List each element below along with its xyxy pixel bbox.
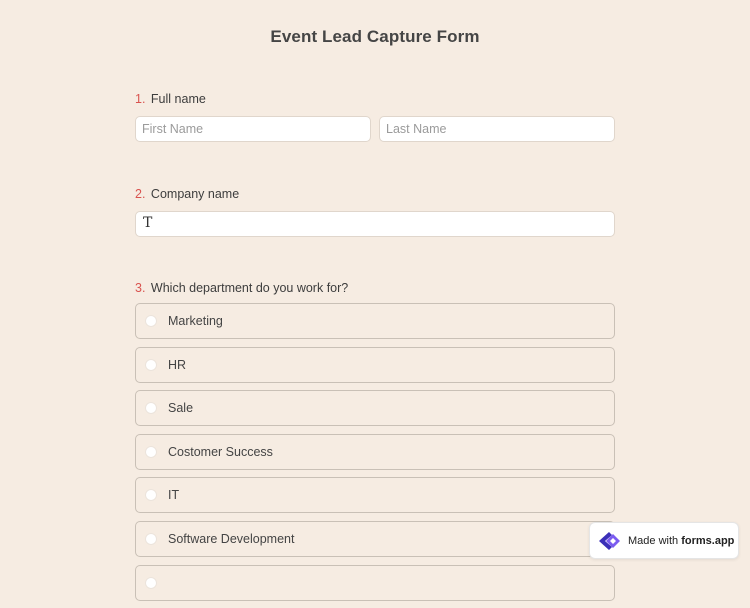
badge-text: Made with forms.app — [628, 535, 734, 547]
form-title: Event Lead Capture Form — [270, 27, 480, 46]
option-it[interactable]: IT — [135, 477, 615, 514]
question-label: 2. Company name — [135, 186, 615, 202]
full-name-inputs — [135, 116, 615, 142]
option-label: Sale — [168, 401, 194, 416]
forms-app-logo-icon — [599, 531, 620, 550]
radio-button[interactable] — [145, 445, 157, 458]
option-hr[interactable]: HR — [135, 346, 615, 383]
company-input-wrapper: T — [135, 211, 615, 237]
option-marketing[interactable]: Marketing — [135, 303, 615, 339]
question-full-name: 1. Full name — [135, 91, 615, 142]
option-software-development[interactable]: Software Development — [135, 520, 615, 557]
radio-button[interactable] — [145, 358, 157, 371]
made-with-forms-app-badge[interactable]: Made with forms.app — [589, 522, 739, 559]
option-sale[interactable]: Sale — [135, 390, 615, 427]
badge-brand: forms.app — [681, 534, 735, 547]
first-name-input[interactable] — [135, 116, 371, 142]
radio-button[interactable] — [145, 532, 157, 545]
question-number: 3. — [135, 281, 146, 295]
option-label: Marketing — [168, 314, 223, 328]
department-options: Marketing HR Sale Costomer Success IT So… — [135, 303, 615, 601]
question-text: Full name — [150, 92, 206, 106]
question-label: 1. Full name — [135, 91, 615, 107]
question-text: Company name — [150, 187, 240, 201]
badge-prefix: Made with — [628, 534, 679, 547]
option-customer-success[interactable]: Costomer Success — [135, 433, 615, 470]
option-label: HR — [168, 357, 187, 372]
question-label: 3. Which department do you work for? — [135, 280, 615, 296]
option-label: Software Development — [168, 531, 295, 546]
last-name-input[interactable] — [379, 116, 615, 142]
option-label: IT — [168, 488, 180, 503]
question-number: 1. — [135, 92, 146, 106]
option-label: Costomer Success — [168, 444, 273, 459]
radio-button[interactable] — [145, 576, 157, 589]
question-number: 2. — [135, 187, 146, 201]
question-department: 3. Which department do you work for? Mar… — [135, 280, 615, 608]
company-name-input[interactable] — [135, 211, 615, 237]
radio-button[interactable] — [145, 402, 157, 415]
radio-button[interactable] — [145, 315, 157, 327]
question-company-name: 2. Company name T — [135, 186, 615, 237]
question-text: Which department do you work for? — [150, 281, 349, 295]
radio-button[interactable] — [145, 489, 157, 502]
